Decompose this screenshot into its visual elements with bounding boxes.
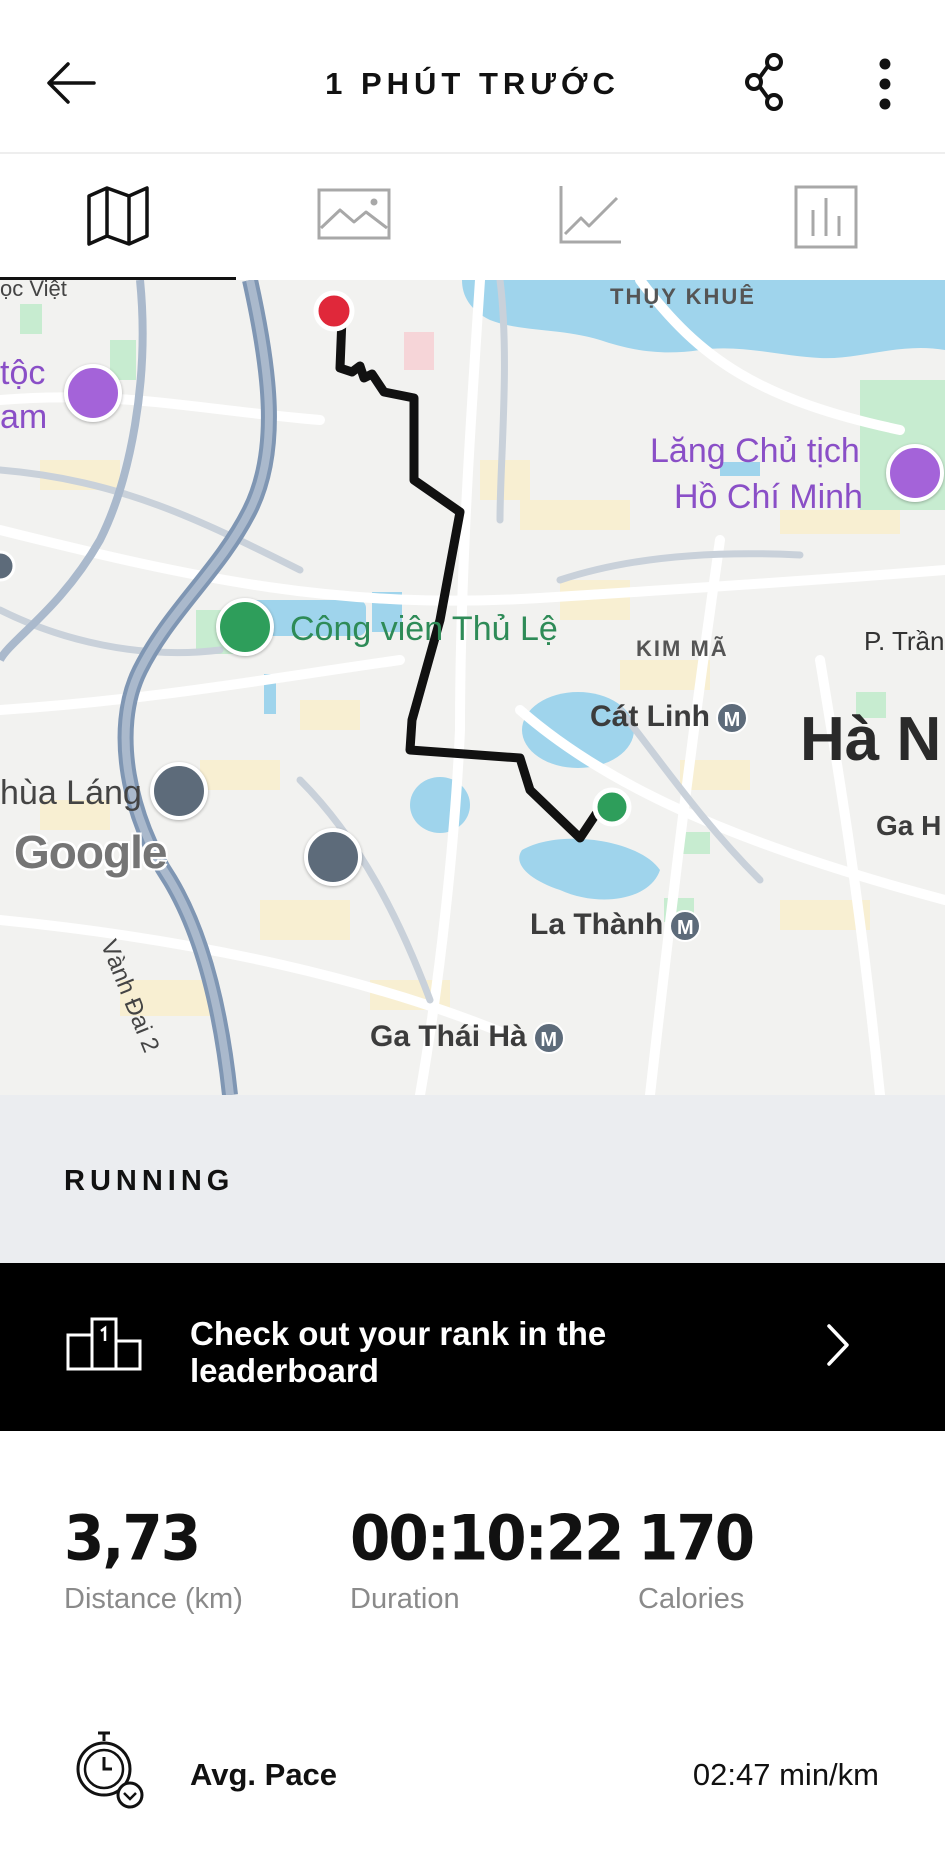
stat-distance: 3,73 Distance (km) [64, 1501, 243, 1616]
park-paw-icon[interactable] [216, 598, 274, 656]
calories-label: Calories [638, 1583, 745, 1615]
stat-duration: 00:10:22 Duration [350, 1501, 625, 1616]
school-icon[interactable] [304, 828, 362, 886]
app-header: 1 PHÚT TRƯỚC [0, 0, 945, 152]
route-start-marker [592, 787, 632, 827]
distance-label: Distance (km) [64, 1583, 243, 1615]
duration-label: Duration [350, 1583, 460, 1615]
map-label: ọc Việt [0, 280, 67, 301]
google-logo: Google [14, 826, 167, 878]
map-label: tộc [0, 354, 46, 392]
chevron-right-icon [827, 1324, 849, 1366]
avg-pace-value: 02:47 min/km [692, 1757, 879, 1792]
map-label: P. Trần [864, 626, 945, 656]
bar-chart-icon [794, 185, 858, 249]
map-label: KIM MÃ [636, 636, 729, 661]
image-icon [317, 188, 391, 240]
map-label: Ga H [876, 810, 942, 841]
line-chart-icon [559, 186, 621, 244]
tab-stats[interactable] [708, 154, 944, 282]
leaderboard-text: Check out your rank in the leaderboard [190, 1315, 607, 1389]
temple-icon[interactable] [150, 762, 208, 820]
map-label: THỤY KHUÊ [610, 284, 756, 309]
more-vertical-icon[interactable] [870, 56, 900, 112]
map-label: Cát Linh M [590, 700, 748, 735]
map-label: Công viên Thủ Lệ [290, 610, 558, 648]
avg-pace-label: Avg. Pace [190, 1757, 338, 1792]
duration-value: 00:10:22 [350, 1501, 625, 1575]
podium-icon [66, 1317, 142, 1371]
tab-photo[interactable] [236, 154, 472, 282]
map-label: La Thành M [530, 908, 702, 943]
activity-type-label: RUNNING [64, 1165, 235, 1197]
metro-icon: M [716, 702, 748, 735]
avg-pace-row[interactable]: Avg. Pace 02:47 min/km [0, 1721, 945, 1852]
stopwatch-icon [76, 1731, 144, 1809]
map-label: Hồ Chí Minh [674, 478, 863, 516]
map-label: Lăng Chủ tịch [650, 432, 860, 470]
stat-calories: 170 Calories [638, 1501, 755, 1616]
map-label: am [0, 398, 48, 436]
tab-chart[interactable] [472, 154, 708, 282]
map-label: Hà N [800, 705, 942, 774]
tab-map[interactable] [0, 154, 236, 282]
museum-icon[interactable] [64, 364, 122, 422]
leaderboard-banner[interactable]: Check out your rank in the leaderboard [0, 1263, 945, 1431]
metro-icon: M [532, 1022, 565, 1055]
metro-icon: M [669, 910, 702, 943]
map-base [0, 280, 945, 1095]
activity-type-bar: RUNNING [0, 1095, 945, 1263]
calories-value: 170 [638, 1501, 755, 1575]
summary-stats: 3,73 Distance (km) 00:10:22 Duration 170… [0, 1431, 945, 1721]
distance-value: 3,73 [64, 1501, 201, 1575]
map-label: Ga Thái Hà M [370, 1020, 565, 1055]
map-icon [87, 186, 149, 246]
share-icon[interactable] [742, 52, 790, 112]
detail-tabs [0, 152, 945, 282]
monument-icon[interactable] [886, 444, 944, 502]
route-end-marker [313, 290, 355, 332]
map-label: hùa Láng [0, 774, 142, 812]
route-map[interactable]: ọc Việt THỤY KHUÊ tộc am Lăng Chủ tịch H… [0, 280, 945, 1095]
page-title: 1 PHÚT TRƯỚC [325, 66, 620, 101]
